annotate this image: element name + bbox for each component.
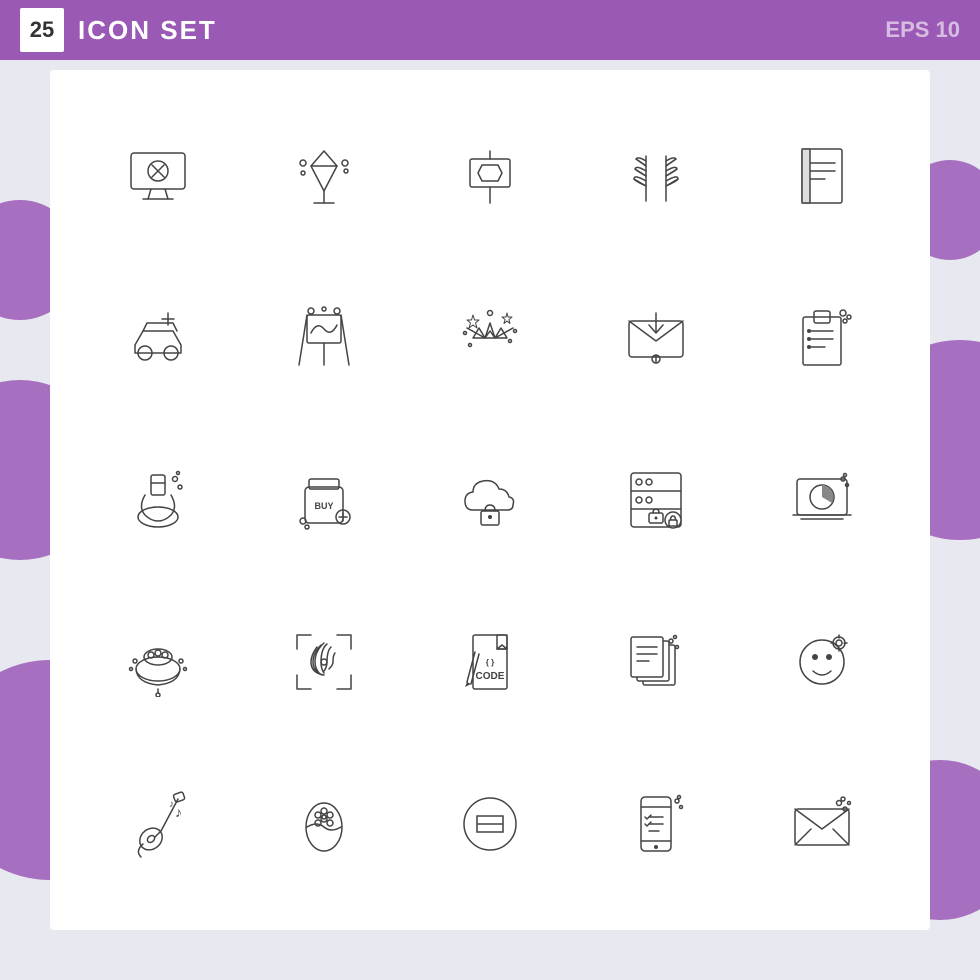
chemistry-flask-icon bbox=[123, 465, 193, 535]
header-badge: 25 bbox=[20, 8, 64, 52]
menu-circle-icon-cell bbox=[412, 748, 568, 900]
signboard-icon-cell bbox=[412, 100, 568, 252]
email-download-icon-cell bbox=[578, 262, 734, 414]
documents-stack-icon bbox=[621, 627, 691, 697]
monitor-x-icon-cell bbox=[80, 100, 236, 252]
guitar-icon: ♪ ♪ bbox=[123, 789, 193, 859]
fruit-bowl-icon-cell bbox=[80, 586, 236, 738]
stars-celebration-icon bbox=[455, 303, 525, 373]
mobile-checklist-icon bbox=[621, 789, 691, 859]
book-icon bbox=[787, 141, 857, 211]
laptop-chart-icon bbox=[787, 465, 857, 535]
car-plus-icon-cell bbox=[80, 262, 236, 414]
clipboard-list-icon bbox=[787, 303, 857, 373]
header-title: ICON SET bbox=[78, 15, 885, 46]
chemistry-flask-icon-cell bbox=[80, 424, 236, 576]
svg-text:♪: ♪ bbox=[175, 804, 182, 820]
mobile-checklist-icon-cell bbox=[578, 748, 734, 900]
stars-celebration-icon-cell bbox=[412, 262, 568, 414]
diamond-icon bbox=[289, 141, 359, 211]
email-dots-icon-cell bbox=[744, 748, 900, 900]
code-document-icon: { } CODE bbox=[455, 627, 525, 697]
plant-leaves-icon-cell bbox=[578, 100, 734, 252]
easter-egg-icon bbox=[289, 789, 359, 859]
mind-face-icon-cell bbox=[744, 586, 900, 738]
fingerprint-scan-icon-cell bbox=[246, 586, 402, 738]
svg-text:BUY: BUY bbox=[314, 501, 333, 511]
monitor-x-icon bbox=[123, 141, 193, 211]
header-eps: EPS 10 bbox=[885, 17, 960, 43]
easel-painting-icon bbox=[289, 303, 359, 373]
guitar-icon-cell: ♪ ♪ bbox=[80, 748, 236, 900]
icon-card: BUY bbox=[50, 70, 930, 930]
buy-jar-icon-cell: BUY bbox=[246, 424, 402, 576]
email-download-icon bbox=[621, 303, 691, 373]
documents-stack-icon-cell bbox=[578, 586, 734, 738]
icons-grid: BUY bbox=[80, 100, 900, 900]
laptop-chart-icon-cell bbox=[744, 424, 900, 576]
cloud-lock-icon-cell bbox=[412, 424, 568, 576]
fruit-bowl-icon bbox=[123, 627, 193, 697]
menu-circle-icon bbox=[455, 789, 525, 859]
buy-jar-icon: BUY bbox=[289, 465, 359, 535]
svg-text:{ }: { } bbox=[486, 658, 494, 667]
email-dots-icon bbox=[787, 789, 857, 859]
plant-leaves-icon bbox=[621, 141, 691, 211]
svg-text:♪: ♪ bbox=[169, 799, 174, 810]
code-document-icon-cell: { } CODE bbox=[412, 586, 568, 738]
cloud-lock-icon bbox=[455, 465, 525, 535]
svg-text:CODE: CODE bbox=[476, 671, 505, 682]
book-icon-cell bbox=[744, 100, 900, 252]
car-plus-icon bbox=[123, 303, 193, 373]
header: 25 ICON SET EPS 10 bbox=[0, 0, 980, 60]
clipboard-list-icon-cell bbox=[744, 262, 900, 414]
diamond-icon-cell bbox=[246, 100, 402, 252]
fingerprint-scan-icon bbox=[289, 627, 359, 697]
server-lock-icon-cell bbox=[578, 424, 734, 576]
server-lock-icon bbox=[621, 465, 691, 535]
easter-egg-icon-cell bbox=[246, 748, 402, 900]
signboard-icon bbox=[455, 141, 525, 211]
mind-face-icon bbox=[787, 627, 857, 697]
easel-painting-icon-cell bbox=[246, 262, 402, 414]
